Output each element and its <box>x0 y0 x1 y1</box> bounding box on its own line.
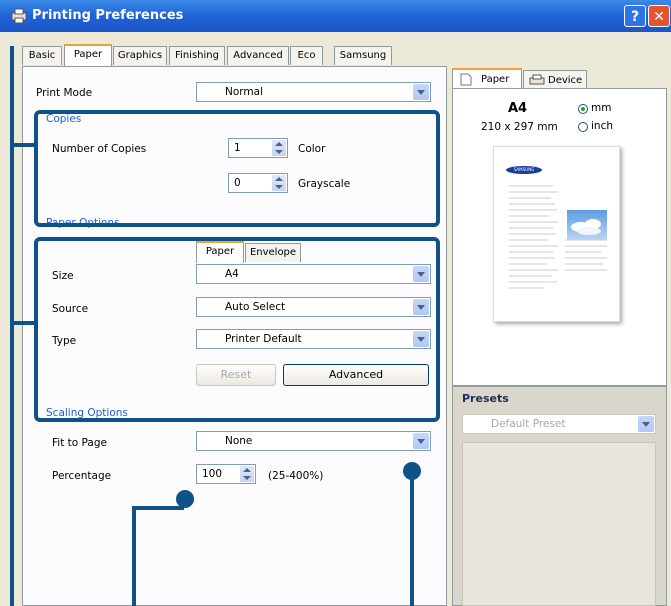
tab-finishing[interactable]: Finishing <box>169 46 225 65</box>
tab-advanced[interactable]: Advanced <box>227 46 289 65</box>
callout-copies-connector <box>10 143 36 147</box>
help-button[interactable]: ? <box>624 5 646 27</box>
tab-basic[interactable]: Basic <box>22 46 62 65</box>
tab-samsung[interactable]: Samsung <box>334 46 392 65</box>
presets-list[interactable] <box>462 442 656 606</box>
printer-icon <box>529 74 545 85</box>
window-title: Printing Preferences <box>32 8 184 23</box>
fit-to-page-value: None <box>225 435 253 447</box>
presets-value: Default Preset <box>491 418 566 430</box>
callout-fit-to-page-dot <box>403 462 421 480</box>
unit-mm-radio[interactable] <box>578 104 588 114</box>
callout-left-vertical-line <box>10 46 14 606</box>
percentage-value: 100 <box>202 468 223 480</box>
paper-size-label: A4 <box>508 101 528 116</box>
callout-paper-options-connector <box>10 321 36 325</box>
tab-graphics[interactable]: Graphics <box>113 46 167 65</box>
page-content-lines <box>509 185 607 289</box>
copies-callout-box <box>34 110 440 227</box>
chevron-down-icon <box>638 416 654 432</box>
tab-eco[interactable]: Eco <box>290 46 323 65</box>
printer-icon <box>11 8 27 24</box>
preview-tab-device[interactable]: Device <box>523 70 587 90</box>
tab-paper[interactable]: Paper <box>64 44 112 66</box>
callout-percentage-dot <box>176 490 194 508</box>
callout-percentage-horizontal-line <box>132 506 184 510</box>
chevron-down-icon <box>413 84 429 100</box>
percentage-spinner[interactable]: 100 <box>196 464 256 484</box>
page-image-icon <box>567 210 607 240</box>
callout-percentage-vertical-line <box>132 506 136 606</box>
preview-tab-paper-label: Paper <box>481 74 510 85</box>
preview-tab-paper[interactable]: Paper <box>452 68 522 88</box>
fit-to-page-select[interactable]: None <box>196 431 431 451</box>
print-mode-value: Normal <box>225 86 263 98</box>
print-mode-select[interactable]: Normal <box>196 82 431 102</box>
chevron-down-icon <box>413 433 429 449</box>
close-button[interactable]: ✕ <box>648 5 670 27</box>
spinner-arrows-icon[interactable] <box>240 466 254 482</box>
unit-inch-radio[interactable] <box>578 122 588 132</box>
presets-select[interactable]: Default Preset <box>462 414 656 434</box>
percentage-range-label: (25-400%) <box>268 470 324 482</box>
percentage-label: Percentage <box>52 470 112 482</box>
fit-to-page-label: Fit to Page <box>52 437 107 449</box>
unit-inch-label: inch <box>591 120 613 132</box>
presets-title: Presets <box>462 392 509 405</box>
paper-dimensions-label: 210 x 297 mm <box>481 121 558 133</box>
unit-mm-label: mm <box>591 102 612 114</box>
samsung-logo: SAMSUNG <box>506 166 542 174</box>
print-mode-label: Print Mode <box>36 87 93 99</box>
paper-options-callout-box <box>34 237 440 422</box>
callout-fit-to-page-line <box>410 476 414 606</box>
paper-icon <box>460 73 472 86</box>
